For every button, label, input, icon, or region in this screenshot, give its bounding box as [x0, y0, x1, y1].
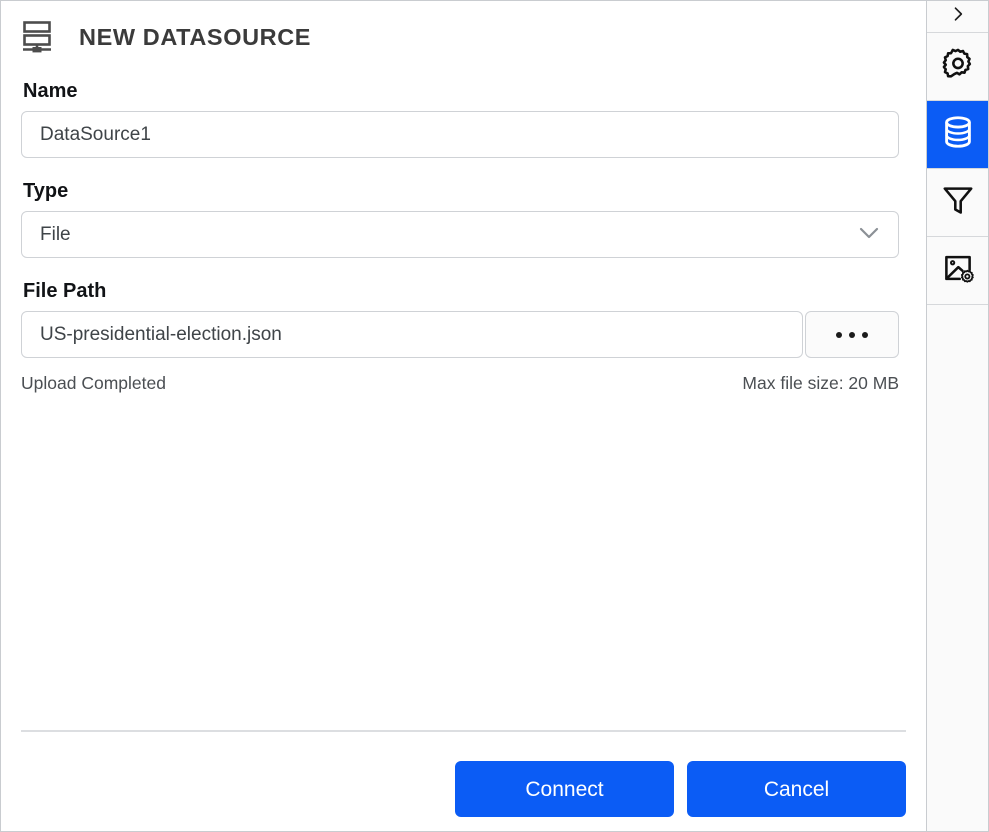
chevron-down-icon: [854, 217, 884, 253]
sidebar-item-filter[interactable]: [927, 169, 988, 237]
name-label: Name: [23, 81, 906, 102]
image-settings-icon: [941, 251, 975, 290]
file-path-row: US-presidential-election.json: [21, 311, 899, 358]
sidebar-item-settings[interactable]: [927, 33, 988, 101]
type-label: Type: [23, 181, 906, 202]
upload-status-text: Upload Completed: [21, 373, 166, 394]
file-path-input-value: US-presidential-election.json: [40, 325, 784, 344]
gear-icon: [940, 46, 976, 87]
sidebar-item-datasource[interactable]: [927, 101, 988, 169]
ellipsis-icon: [836, 332, 842, 338]
database-icon: [940, 114, 976, 155]
ellipsis-icon: [849, 332, 855, 338]
new-datasource-dialog: NEW DATASOURCE Name DataSource1 Type Fil…: [0, 0, 989, 832]
chevron-right-icon: [948, 4, 968, 29]
datasource-form: Name DataSource1 Type File File Path US-…: [1, 81, 926, 394]
dialog-header: NEW DATASOURCE: [1, 1, 926, 59]
dialog-footer: Connect Cancel: [1, 761, 926, 817]
name-input[interactable]: DataSource1: [21, 111, 899, 158]
datasource-icon: [21, 19, 57, 55]
cancel-button[interactable]: Cancel: [687, 761, 906, 817]
funnel-icon: [940, 182, 976, 223]
sidebar-item-image-settings[interactable]: [927, 237, 988, 305]
connect-button[interactable]: Connect: [455, 761, 674, 817]
max-file-size-text: Max file size: 20 MB: [742, 373, 899, 394]
file-path-input[interactable]: US-presidential-election.json: [21, 311, 803, 358]
main-panel: NEW DATASOURCE Name DataSource1 Type Fil…: [1, 1, 926, 831]
file-path-label: File Path: [23, 281, 906, 302]
sidebar-item-collapse-panel[interactable]: [927, 1, 988, 33]
browse-file-button[interactable]: [805, 311, 899, 358]
type-select-value: File: [40, 225, 854, 244]
file-status-row: Upload Completed Max file size: 20 MB: [21, 373, 899, 394]
page-title: NEW DATASOURCE: [79, 26, 311, 50]
type-select[interactable]: File: [21, 211, 899, 258]
ellipsis-icon: [862, 332, 868, 338]
name-input-value: DataSource1: [40, 125, 880, 144]
footer-divider: [21, 730, 906, 732]
right-sidebar: [926, 1, 988, 831]
sidebar-empty-space: [927, 305, 988, 831]
